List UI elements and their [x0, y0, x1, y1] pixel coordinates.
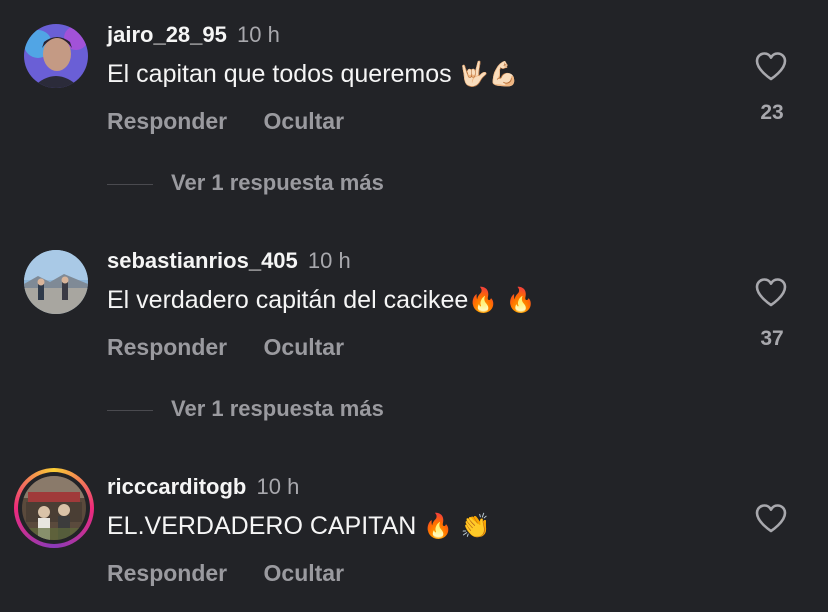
comment-text: El capitan que todos queremos 🤟🏻💪🏻	[107, 60, 518, 89]
view-more-replies[interactable]: Ver 1 respuesta más	[107, 396, 384, 422]
heart-outline-icon[interactable]	[754, 503, 788, 533]
story-ring-avatar[interactable]	[14, 468, 94, 548]
comment-header: ricccarditogb 10 h	[107, 474, 299, 500]
timestamp: 10 h	[307, 248, 351, 273]
comment-emojis: 🔥 🔥	[468, 286, 536, 314]
view-more-replies-label: Ver 1 respuesta más	[171, 396, 384, 421]
comment-body: El capitan que todos queremos	[107, 60, 459, 88]
heart-outline-icon[interactable]	[754, 51, 788, 81]
reply-button[interactable]: Responder	[107, 560, 227, 586]
avatar[interactable]	[24, 24, 88, 88]
avatar-ring-gap	[18, 472, 90, 544]
reply-button[interactable]: Responder	[107, 334, 227, 360]
comment-emojis: 🔥 👏	[423, 512, 491, 540]
view-more-replies-label: Ver 1 respuesta más	[171, 170, 384, 195]
comment-emojis: 🤟🏻💪🏻	[458, 60, 519, 88]
username[interactable]: sebastianrios_405	[107, 248, 298, 273]
comment-header: sebastianrios_405 10 h	[107, 248, 351, 274]
like-count: 23	[760, 101, 784, 124]
like-count: 37	[760, 327, 784, 350]
hide-button[interactable]: Ocultar	[264, 334, 345, 360]
reply-divider-line	[107, 183, 153, 185]
reply-divider-line	[107, 409, 153, 411]
timestamp: 10 h	[256, 474, 300, 499]
username[interactable]: jairo_28_95	[107, 22, 227, 47]
heart-outline-icon[interactable]	[754, 277, 788, 307]
hide-button[interactable]: Ocultar	[264, 560, 345, 586]
hide-button[interactable]: Ocultar	[264, 108, 345, 134]
comment-body: El verdadero capitán del cacikee	[107, 286, 469, 314]
reply-button[interactable]: Responder	[107, 108, 227, 134]
comment-actions: Responder Ocultar	[107, 334, 374, 361]
comment-actions: Responder Ocultar	[107, 560, 374, 587]
comment-body: EL.VERDADERO CAPITAN	[107, 512, 424, 540]
comment-actions: Responder Ocultar	[107, 108, 374, 135]
comment-text: EL.VERDADERO CAPITAN 🔥 👏	[107, 512, 491, 541]
timestamp: 10 h	[237, 22, 280, 47]
comment-text: El verdadero capitán del cacikee🔥 🔥	[107, 286, 536, 315]
view-more-replies[interactable]: Ver 1 respuesta más	[107, 170, 384, 196]
avatar[interactable]	[24, 250, 88, 314]
avatar	[22, 476, 86, 540]
username[interactable]: ricccarditogb	[107, 474, 246, 499]
comment-header: jairo_28_95 10 h	[107, 22, 280, 48]
